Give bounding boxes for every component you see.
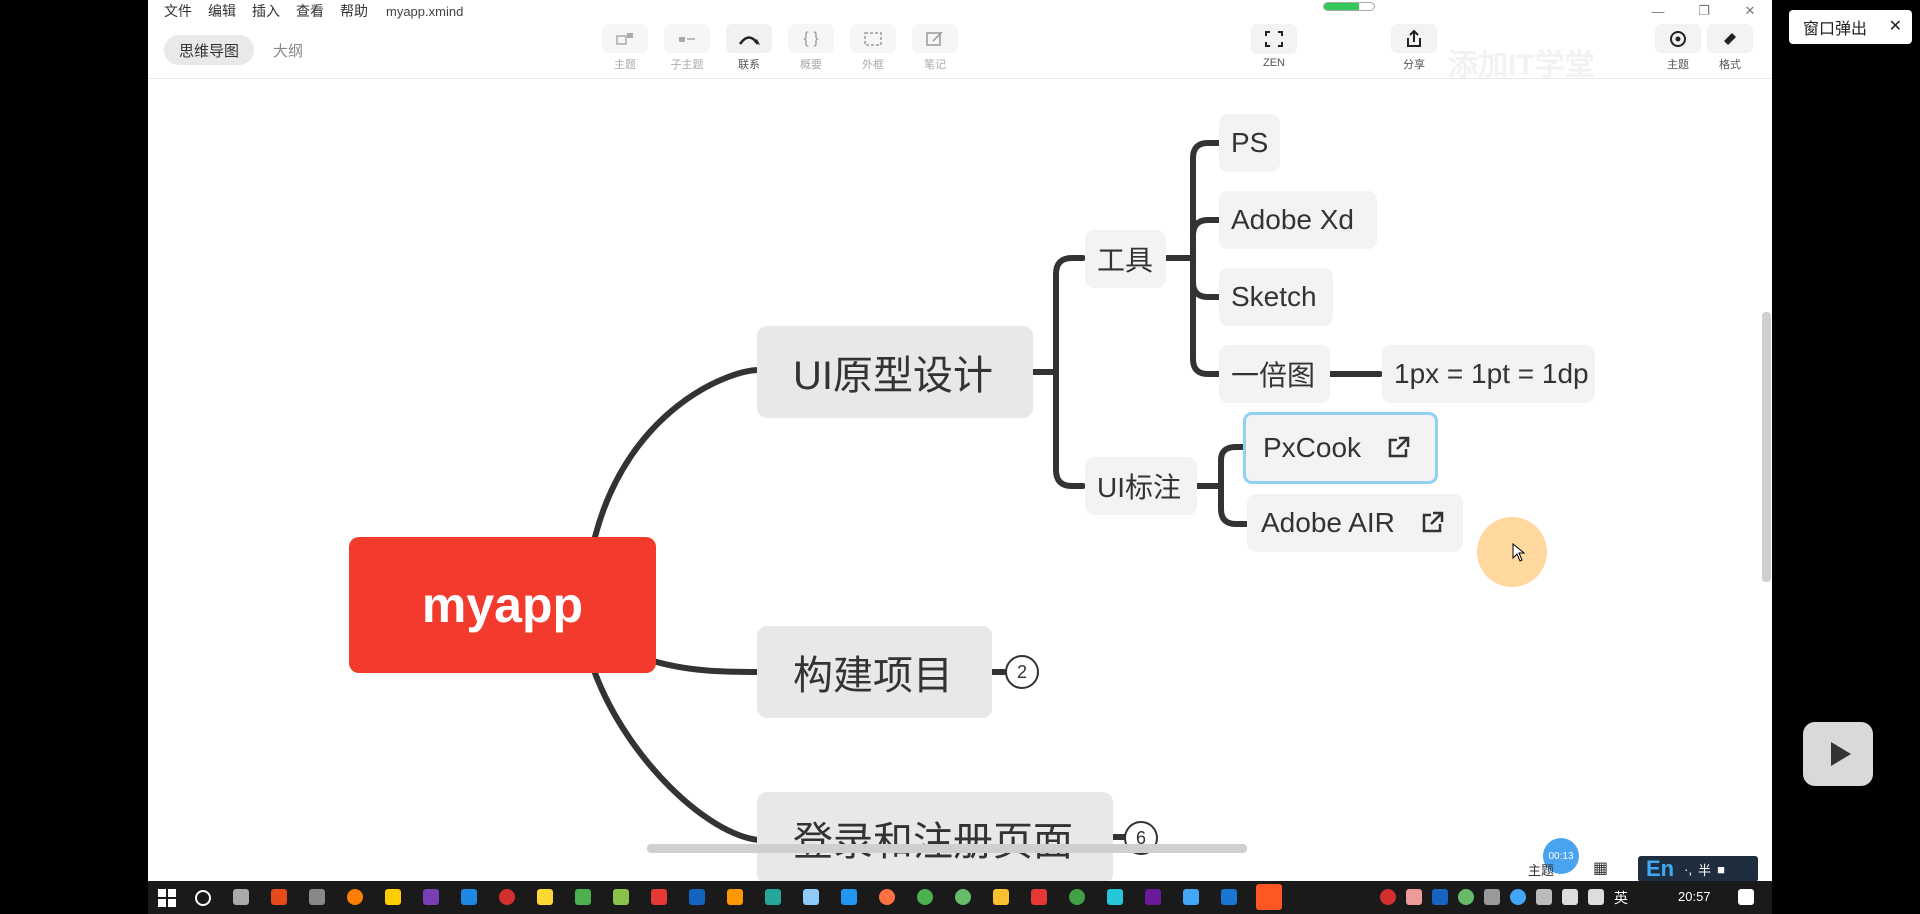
wechat-icon[interactable] bbox=[955, 889, 971, 905]
app-icon[interactable] bbox=[575, 889, 591, 905]
connector-tools-ps bbox=[1190, 140, 1222, 261]
search-icon[interactable] bbox=[194, 889, 212, 907]
app-icon[interactable] bbox=[879, 889, 895, 905]
app-icon[interactable] bbox=[271, 889, 287, 905]
app-icon[interactable] bbox=[803, 889, 819, 905]
tray-language[interactable]: 英 bbox=[1614, 888, 1628, 908]
popout-window-button[interactable]: 窗口弹出 ✕ bbox=[1789, 10, 1912, 44]
app-icon[interactable] bbox=[727, 889, 743, 905]
onenote-icon[interactable] bbox=[423, 889, 439, 905]
topic-ui-annotate[interactable]: UI标注 bbox=[1085, 457, 1197, 515]
video-play-button[interactable] bbox=[1803, 722, 1873, 786]
photos-icon[interactable] bbox=[461, 889, 477, 905]
tray-icon[interactable] bbox=[1484, 889, 1500, 905]
popout-label: 窗口弹出 bbox=[1803, 21, 1868, 38]
app-icon[interactable] bbox=[841, 889, 857, 905]
app-icon[interactable] bbox=[1031, 889, 1047, 905]
volume-icon[interactable] bbox=[1588, 889, 1604, 905]
tray-icon[interactable] bbox=[1510, 889, 1526, 905]
topic-adobe-air[interactable]: Adobe AIR bbox=[1247, 494, 1463, 552]
xmind-taskbar-icon[interactable] bbox=[1256, 884, 1282, 910]
tray-icon[interactable] bbox=[1406, 889, 1422, 905]
topic-tools[interactable]: 工具 bbox=[1085, 230, 1166, 288]
battery-icon bbox=[1536, 889, 1552, 905]
connector-ui-tools bbox=[1053, 255, 1086, 375]
store-icon[interactable] bbox=[1183, 889, 1199, 905]
firefox-icon[interactable] bbox=[347, 889, 363, 905]
popout-close-icon[interactable]: ✕ bbox=[1889, 16, 1902, 36]
external-link-icon[interactable] bbox=[1385, 435, 1411, 461]
topic-build-project[interactable]: 构建项目 bbox=[757, 626, 992, 718]
collapsed-count-build[interactable]: 2 bbox=[1005, 655, 1039, 689]
app-icon[interactable] bbox=[613, 889, 629, 905]
topic-adobe-xd[interactable]: Adobe Xd bbox=[1219, 191, 1377, 249]
horizontal-scrollbar[interactable] bbox=[148, 842, 1760, 854]
connector-tools-onex bbox=[1190, 255, 1222, 377]
calculator-icon[interactable] bbox=[309, 889, 325, 905]
app-icon[interactable] bbox=[1069, 889, 1085, 905]
windows-start-icon[interactable] bbox=[158, 889, 176, 907]
app-icon[interactable] bbox=[1107, 889, 1123, 905]
topic-ui-prototype[interactable]: UI原型设计 bbox=[757, 326, 1033, 418]
connector-annotate-air bbox=[1218, 483, 1251, 527]
vertical-scrollbar[interactable] bbox=[1760, 80, 1772, 850]
ime-mode: En bbox=[1646, 856, 1675, 881]
connector-tools-sketch bbox=[1190, 255, 1222, 300]
external-link-icon[interactable] bbox=[1419, 510, 1445, 536]
topic-pxcook[interactable]: PxCook bbox=[1243, 412, 1438, 484]
app-icon[interactable] bbox=[1221, 889, 1237, 905]
adobe-air-label: Adobe AIR bbox=[1261, 507, 1395, 538]
topic-ps[interactable]: PS bbox=[1219, 114, 1280, 172]
file-explorer-icon[interactable] bbox=[993, 889, 1009, 905]
app-icon[interactable] bbox=[765, 889, 781, 905]
connector-root-login bbox=[592, 670, 762, 843]
shirt-icon: ■ bbox=[1717, 861, 1725, 877]
sticky-notes-icon[interactable] bbox=[537, 889, 553, 905]
vertical-scroll-thumb[interactable] bbox=[1762, 312, 1771, 582]
ime-status[interactable]: En ·, 半 ■ bbox=[1638, 856, 1758, 881]
mouse-cursor-icon bbox=[1512, 543, 1526, 562]
chrome-icon[interactable] bbox=[917, 889, 933, 905]
tray-icon[interactable] bbox=[1458, 889, 1474, 905]
task-view-icon[interactable] bbox=[233, 889, 249, 905]
connector-tools-xd bbox=[1190, 217, 1222, 261]
root-topic[interactable]: myapp bbox=[349, 537, 656, 673]
adobe-xd-icon[interactable] bbox=[1145, 889, 1161, 905]
topic-sketch[interactable]: Sketch bbox=[1219, 268, 1333, 326]
app-icon[interactable] bbox=[651, 889, 667, 905]
xmind-window: 文件 编辑 插入 查看 帮助 myapp.xmind — ❐ ✕ 思维导图 大纲… bbox=[148, 0, 1772, 881]
taskbar: 英 20:57 bbox=[148, 881, 1772, 914]
map-icon[interactable]: ▦ bbox=[1593, 858, 1608, 878]
connector-root-build bbox=[647, 657, 762, 675]
pxcook-label: PxCook bbox=[1263, 432, 1362, 463]
topic-unit-note[interactable]: 1px = 1pt = 1dp bbox=[1382, 345, 1595, 403]
app-icon[interactable] bbox=[385, 889, 401, 905]
ime-width: 半 bbox=[1698, 862, 1712, 878]
mindmap-canvas[interactable]: myapp UI原型设计 构建项目 登录和注册页面 2 6 工具 UI标注 PS… bbox=[148, 80, 1757, 881]
netease-music-icon[interactable] bbox=[499, 889, 515, 905]
tray-icon[interactable] bbox=[1432, 889, 1448, 905]
topic-one-x[interactable]: 一倍图 bbox=[1219, 345, 1330, 403]
ime-punct: ·, bbox=[1684, 861, 1693, 877]
word-icon[interactable] bbox=[689, 889, 705, 905]
connector-ui-annotate bbox=[1053, 369, 1086, 489]
connector-lines bbox=[592, 140, 1383, 843]
connector-root-ui bbox=[592, 367, 762, 540]
notification-icon[interactable] bbox=[1738, 889, 1754, 905]
status-topic-label: 主题 bbox=[1528, 863, 1555, 878]
clock: 20:57 bbox=[1678, 889, 1711, 904]
tray-icon[interactable] bbox=[1380, 889, 1396, 905]
horizontal-scroll-thumb[interactable] bbox=[647, 844, 1247, 853]
wifi-icon[interactable] bbox=[1562, 889, 1578, 905]
